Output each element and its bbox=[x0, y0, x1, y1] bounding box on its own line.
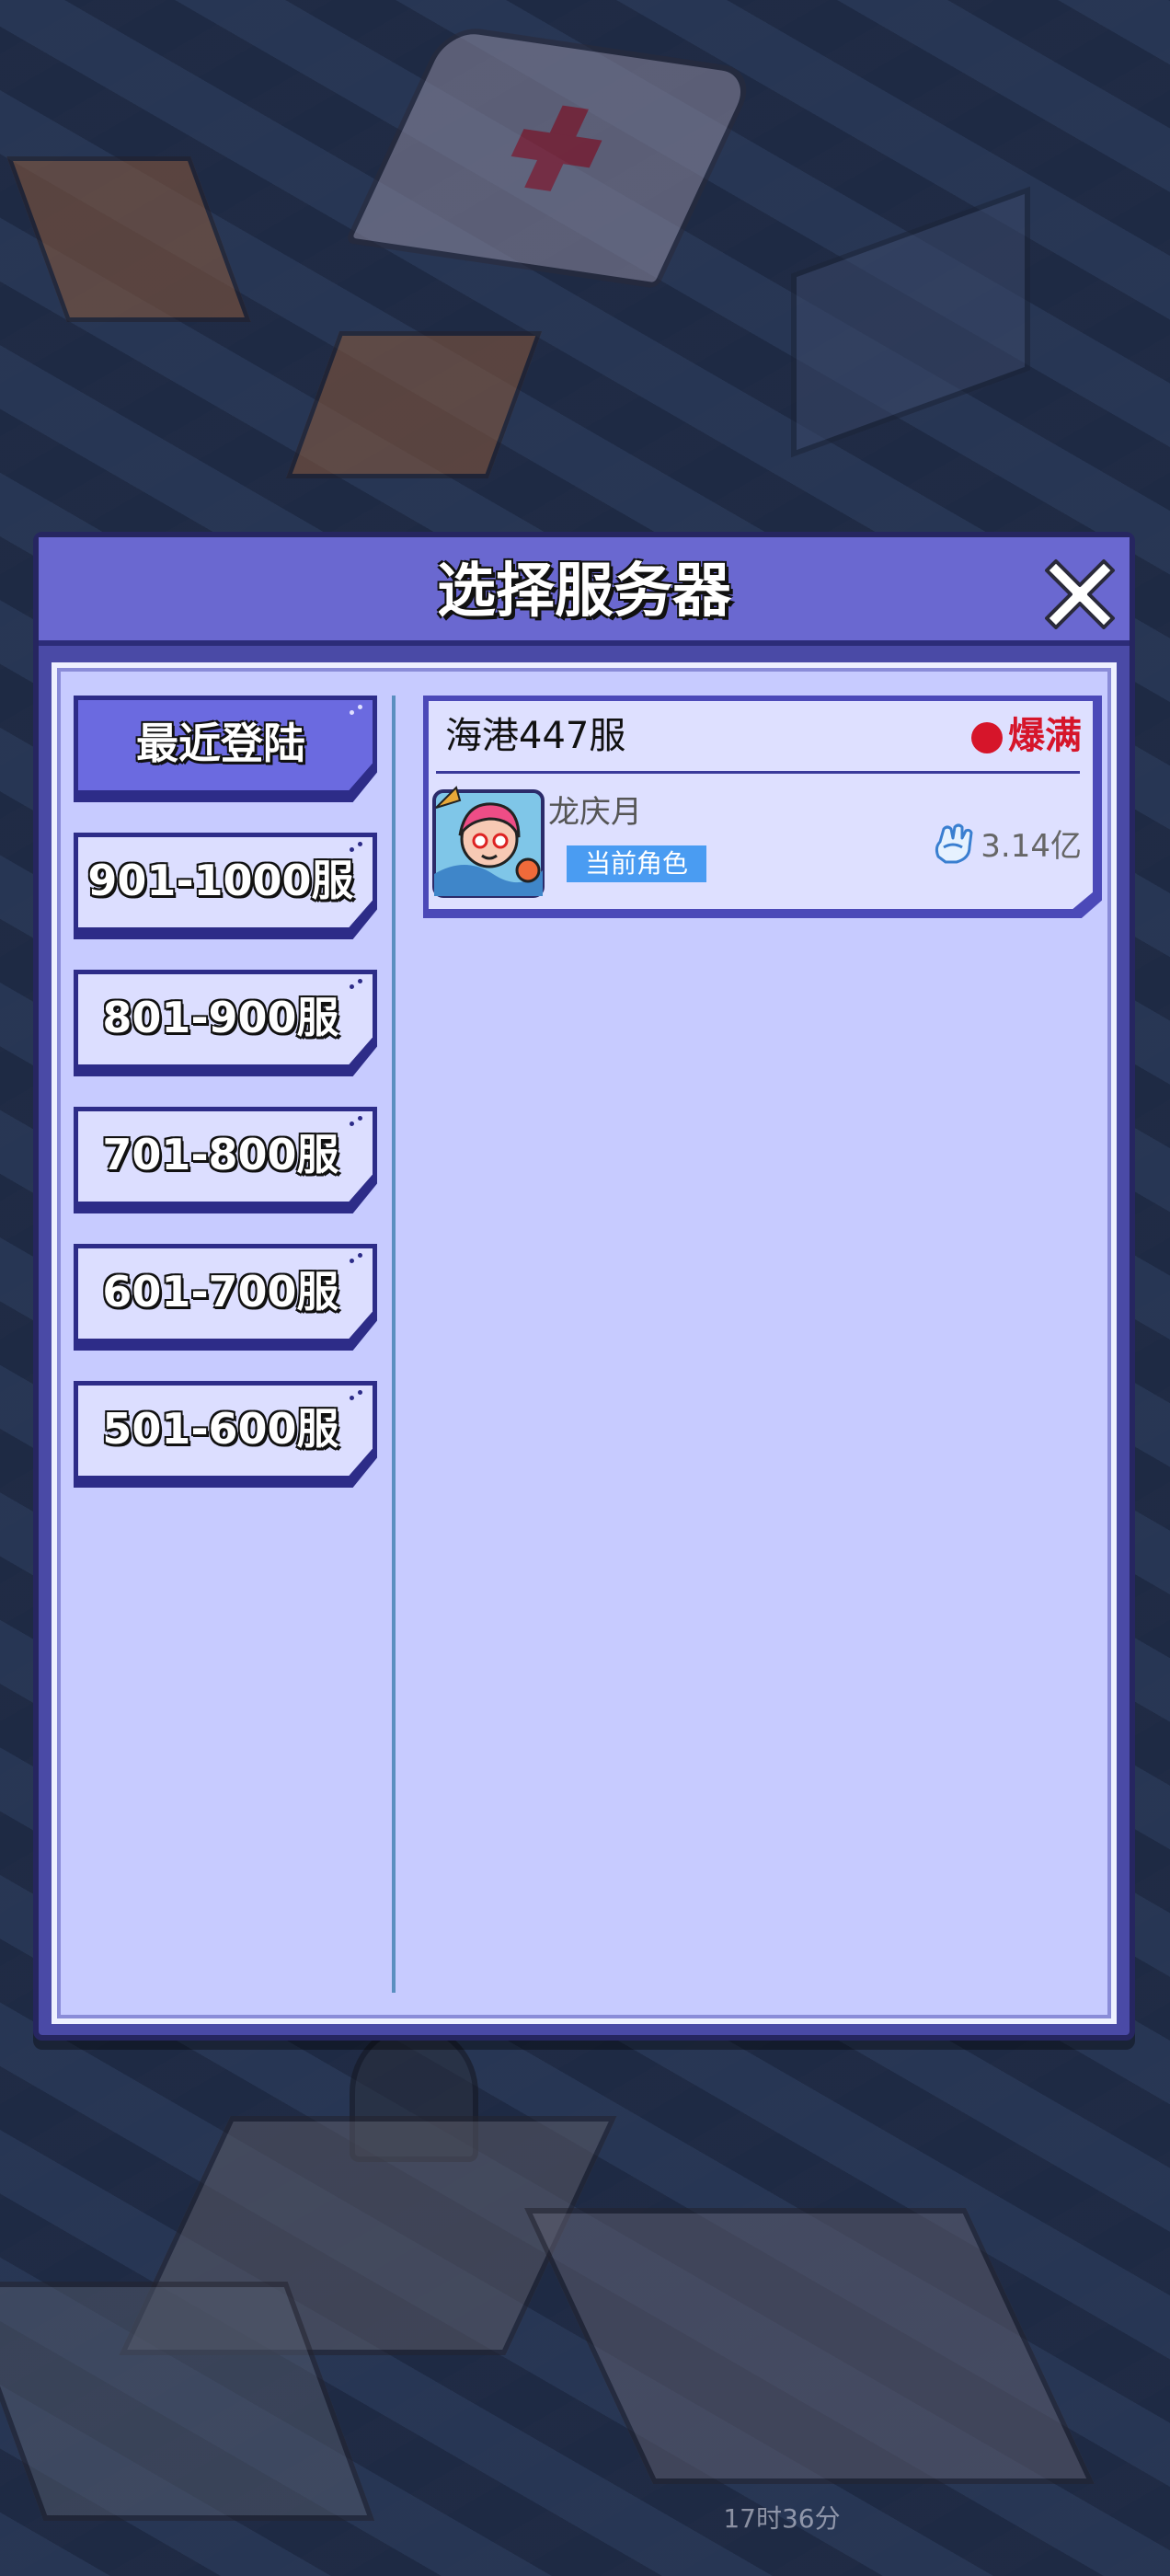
server-group-tab-901-1000[interactable]: 901-1000服 bbox=[74, 833, 377, 939]
storage-crate bbox=[791, 186, 1030, 458]
medical-tent bbox=[344, 24, 760, 289]
server-group-label: 601-700服 bbox=[102, 1267, 339, 1317]
server-group-tab-701-800[interactable]: 701-800服 bbox=[74, 1107, 377, 1213]
server-card[interactable]: 海港447服 爆满 龙庆月 当前角色 3.14亿 bbox=[423, 696, 1102, 918]
character-avatar bbox=[429, 782, 548, 902]
raft-sail bbox=[6, 156, 251, 322]
server-select-dialog: 选择服务器 最近登陆 901-1000服 801-900服 701-800服 6… bbox=[33, 532, 1135, 2041]
raft-platform bbox=[524, 2208, 1095, 2484]
server-group-label: 501-600服 bbox=[102, 1404, 339, 1454]
dialog-header: 选择服务器 bbox=[39, 537, 1130, 646]
power-value: 3.14亿 bbox=[981, 828, 1082, 865]
game-timer: 17时36分 bbox=[723, 2503, 841, 2534]
raft-sail bbox=[285, 331, 543, 478]
server-group-list: 最近登陆 901-1000服 801-900服 701-800服 601-700… bbox=[74, 696, 381, 1518]
status-dot-icon bbox=[971, 722, 1003, 753]
server-group-label: 最近登陆 bbox=[136, 719, 305, 768]
server-group-label: 701-800服 bbox=[102, 1130, 339, 1179]
character-power: 3.14亿 bbox=[929, 819, 1082, 874]
server-status-badge: 爆满 bbox=[971, 708, 1082, 764]
panel-divider bbox=[392, 696, 396, 1993]
current-character-badge: 当前角色 bbox=[567, 845, 706, 882]
server-name: 海港447服 bbox=[445, 715, 626, 757]
server-status-text: 爆满 bbox=[1008, 715, 1082, 757]
server-group-tab-601-700[interactable]: 601-700服 bbox=[74, 1244, 377, 1351]
server-group-label: 801-900服 bbox=[102, 993, 339, 1042]
character-name: 龙庆月 bbox=[548, 794, 642, 831]
card-divider bbox=[436, 771, 1080, 774]
server-group-tab-recent[interactable]: 最近登陆 bbox=[74, 696, 377, 802]
server-group-tab-501-600[interactable]: 501-600服 bbox=[74, 1381, 377, 1488]
close-x-icon bbox=[1045, 559, 1115, 629]
close-button[interactable] bbox=[1043, 556, 1117, 629]
fist-icon bbox=[929, 820, 979, 869]
dialog-body: 最近登陆 901-1000服 801-900服 701-800服 601-700… bbox=[52, 662, 1117, 2024]
server-group-label: 901-1000服 bbox=[87, 856, 354, 905]
server-group-tab-801-900[interactable]: 801-900服 bbox=[74, 970, 377, 1076]
dialog-title: 选择服务器 bbox=[437, 558, 731, 626]
